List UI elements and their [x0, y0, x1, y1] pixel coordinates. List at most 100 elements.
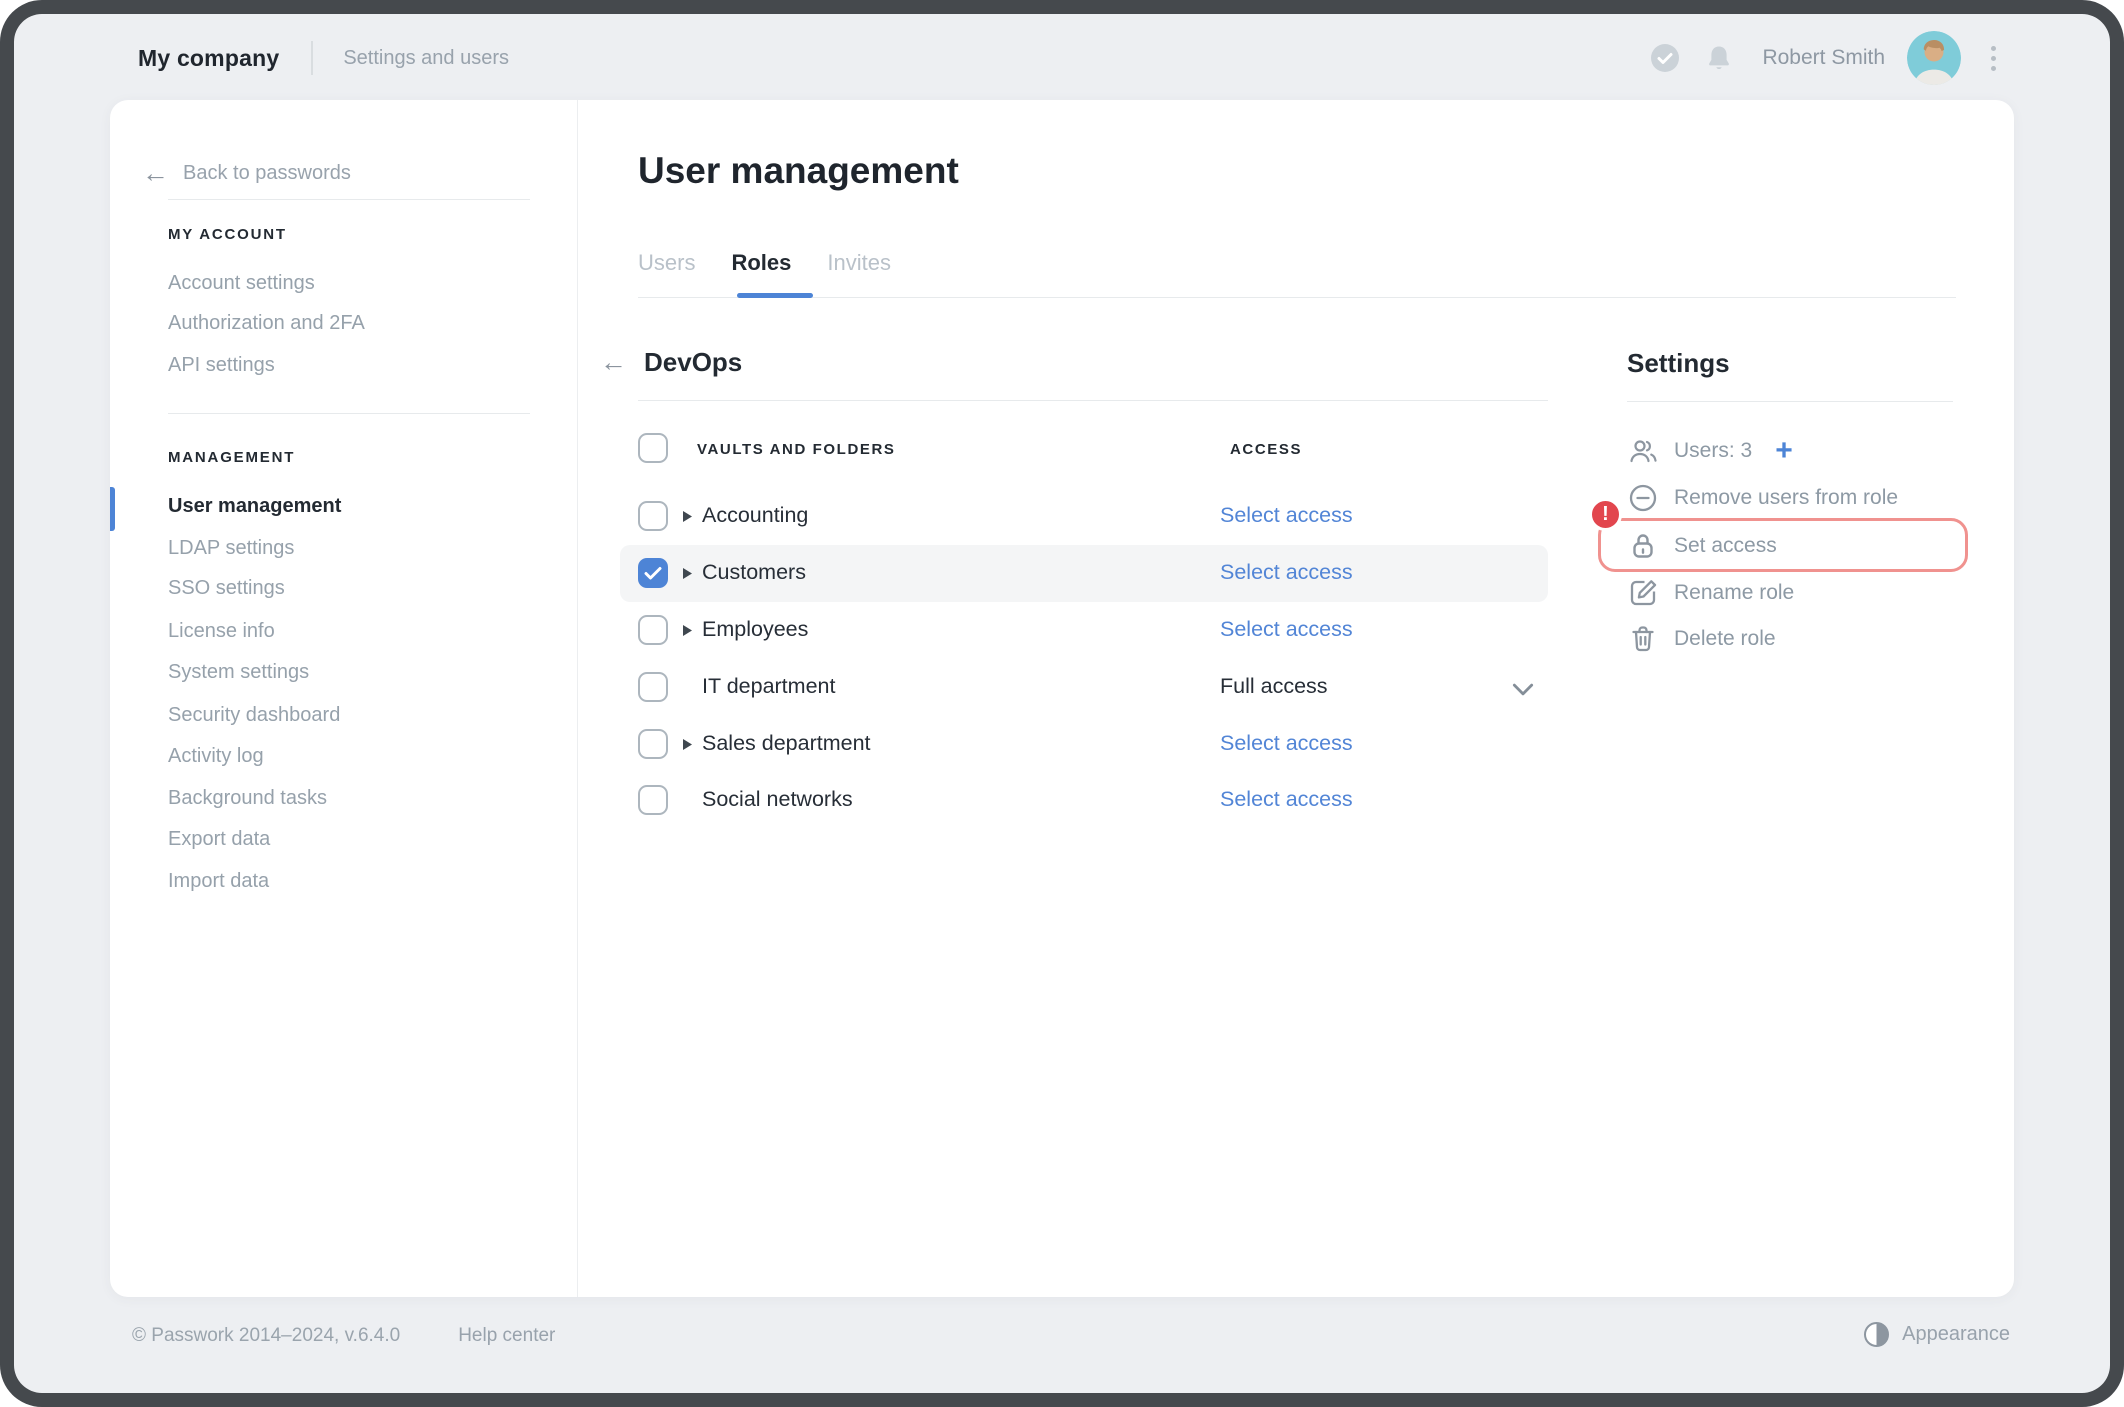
tab-users[interactable]: Users	[638, 250, 695, 276]
row-checkbox[interactable]	[638, 615, 668, 645]
add-user-plus-icon[interactable]: +	[1775, 438, 1793, 464]
appearance-toggle[interactable]: Appearance	[1864, 1322, 2010, 1347]
users-icon	[1627, 435, 1659, 467]
help-center-link[interactable]: Help center	[458, 1325, 555, 1347]
settings-item-users[interactable]: Users: 3 +	[1627, 435, 1793, 467]
sidebar-item-api-settings[interactable]: API settings	[168, 354, 275, 377]
content-card: ← Back to passwords MY ACCOUNT Account s…	[110, 100, 2014, 1297]
vault-name: Social networks	[702, 787, 853, 812]
table-row-customers[interactable]: Customers Select access	[620, 545, 1548, 602]
vault-name: Employees	[702, 617, 808, 642]
copyright-text: © Passwork 2014–2024, v.6.4.0	[132, 1325, 400, 1347]
tab-invites[interactable]: Invites	[827, 250, 891, 276]
role-header: ← DevOps	[600, 347, 742, 378]
lock-icon	[1627, 530, 1659, 562]
table-row-it-department[interactable]: IT department Full access	[620, 659, 1548, 716]
rename-role-label: Rename role	[1674, 581, 1794, 605]
expand-triangle-icon[interactable]	[682, 510, 693, 523]
check-icon	[644, 566, 662, 580]
back-to-passwords-link[interactable]: ← Back to passwords	[142, 160, 351, 187]
sidebar-item-user-management[interactable]: User management	[168, 495, 341, 518]
check-circle-icon[interactable]	[1650, 43, 1680, 73]
row-checkbox[interactable]	[638, 672, 668, 702]
expand-triangle-icon[interactable]	[682, 624, 693, 637]
sidebar-item-security-dashboard[interactable]: Security dashboard	[168, 704, 340, 727]
breadcrumb: Settings and users	[343, 47, 509, 70]
select-access-link[interactable]: Select access	[1220, 787, 1353, 812]
settings-item-remove-users[interactable]: Remove users from role	[1627, 482, 1898, 514]
topbar-divider	[311, 41, 313, 75]
table-row-employees[interactable]: Employees Select access	[620, 602, 1548, 659]
sidebar-item-import-data[interactable]: Import data	[168, 870, 269, 893]
avatar-image	[1907, 31, 1961, 85]
back-label: Back to passwords	[183, 162, 351, 185]
users-count-label: Users: 3	[1674, 439, 1752, 463]
user-name[interactable]: Robert Smith	[1762, 46, 1885, 70]
settings-item-set-access[interactable]: Set access	[1627, 530, 1777, 562]
table-row-accounting[interactable]: Accounting Select access	[620, 488, 1548, 545]
select-all-checkbox[interactable]	[638, 433, 668, 463]
alert-badge-icon: !	[1589, 498, 1622, 531]
role-name: DevOps	[644, 347, 742, 378]
role-back-arrow-icon[interactable]: ←	[600, 349, 627, 376]
sidebar-item-activity-log[interactable]: Activity log	[168, 745, 264, 768]
minus-circle-icon	[1627, 482, 1659, 514]
sidebar-item-authorization-2fa[interactable]: Authorization and 2FA	[168, 312, 365, 335]
tabs: Users Roles Invites	[638, 250, 891, 276]
settings-divider	[1627, 401, 1953, 402]
contrast-icon	[1864, 1322, 1889, 1347]
row-checkbox[interactable]	[638, 785, 668, 815]
select-access-link[interactable]: Select access	[1220, 560, 1353, 585]
expand-triangle-icon[interactable]	[682, 738, 693, 751]
sidebar-section-divider	[168, 199, 530, 200]
select-access-link[interactable]: Select access	[1220, 503, 1353, 528]
edit-icon	[1627, 577, 1659, 609]
settings-item-delete-role[interactable]: Delete role	[1627, 623, 1776, 655]
sidebar-item-export-data[interactable]: Export data	[168, 828, 270, 851]
page-title: User management	[638, 150, 959, 192]
select-access-link[interactable]: Select access	[1220, 617, 1353, 642]
app-window: My company Settings and users Robert Smi…	[0, 0, 2124, 1407]
remove-users-label: Remove users from role	[1674, 486, 1898, 510]
expand-triangle-icon[interactable]	[682, 567, 693, 580]
table-header: VAULTS AND FOLDERS ACCESS	[620, 420, 1548, 477]
sidebar-section-title-my-account: MY ACCOUNT	[168, 226, 287, 243]
tabs-divider	[638, 297, 1956, 298]
sidebar-item-license-info[interactable]: License info	[168, 620, 275, 643]
column-header-vaults: VAULTS AND FOLDERS	[697, 441, 896, 458]
vault-name: Sales department	[702, 731, 871, 756]
company-name: My company	[138, 45, 279, 72]
table-row-sales-department[interactable]: Sales department Select access	[620, 716, 1548, 773]
trash-icon	[1627, 623, 1659, 655]
table-row-social-networks[interactable]: Social networks Select access	[620, 772, 1548, 829]
bell-icon[interactable]	[1704, 43, 1734, 73]
appearance-label: Appearance	[1902, 1323, 2010, 1346]
column-header-access: ACCESS	[1230, 441, 1302, 458]
set-access-label: Set access	[1674, 534, 1777, 558]
delete-role-label: Delete role	[1674, 627, 1776, 651]
access-dropdown-value[interactable]: Full access	[1220, 674, 1328, 699]
kebab-menu-icon[interactable]	[1987, 42, 2000, 75]
topbar-right: Robert Smith	[1650, 31, 2000, 85]
active-tab-underline	[737, 293, 813, 298]
row-checkbox[interactable]	[638, 729, 668, 759]
settings-item-rename-role[interactable]: Rename role	[1627, 577, 1794, 609]
active-item-indicator	[110, 487, 115, 531]
tab-roles[interactable]: Roles	[731, 250, 791, 276]
back-arrow-icon: ←	[142, 160, 169, 187]
select-access-link[interactable]: Select access	[1220, 731, 1353, 756]
footer: © Passwork 2014–2024, v.6.4.0 Help cente…	[132, 1325, 555, 1347]
vault-name: Accounting	[702, 503, 808, 528]
row-checkbox-checked[interactable]	[638, 558, 668, 588]
sidebar-item-ldap-settings[interactable]: LDAP settings	[168, 537, 294, 560]
sidebar-item-system-settings[interactable]: System settings	[168, 661, 309, 684]
sidebar-section-divider	[168, 413, 530, 414]
row-checkbox[interactable]	[638, 501, 668, 531]
sidebar-item-account-settings[interactable]: Account settings	[168, 272, 315, 295]
screenshot-stage: My company Settings and users Robert Smi…	[0, 0, 2124, 1407]
sidebar-item-sso-settings[interactable]: SSO settings	[168, 577, 285, 600]
avatar[interactable]	[1907, 31, 1961, 85]
sidebar-divider	[577, 100, 578, 1297]
sidebar-item-background-tasks[interactable]: Background tasks	[168, 787, 327, 810]
chevron-down-icon[interactable]	[1512, 683, 1534, 696]
